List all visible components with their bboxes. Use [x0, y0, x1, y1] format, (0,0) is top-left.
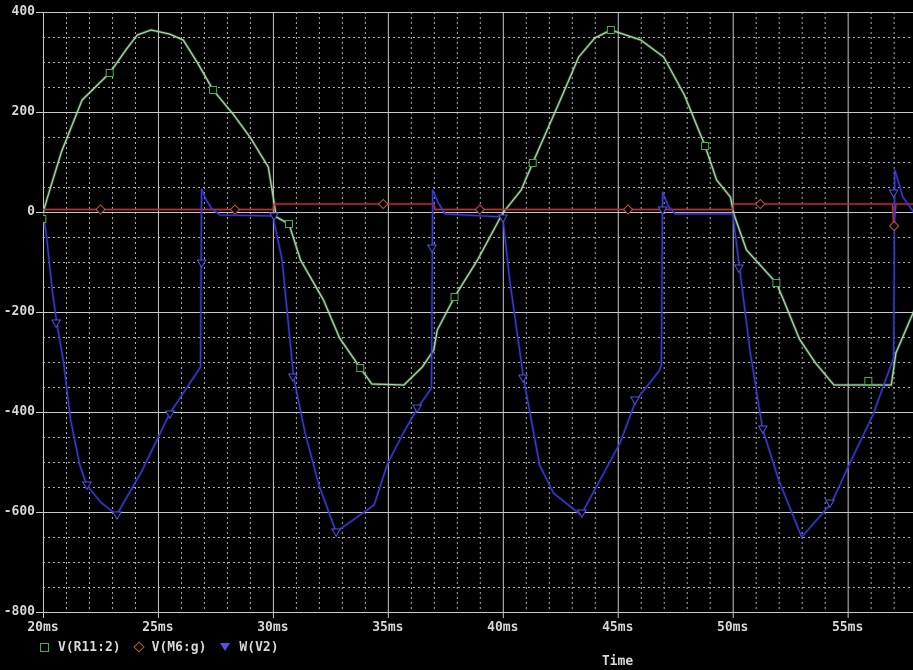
trace-w-v2-	[43, 169, 913, 538]
y-axis-tick-label: -200	[3, 304, 35, 319]
triangle-down-marker-icon	[287, 373, 298, 383]
square-marker-icon	[701, 142, 710, 150]
legend-label: V(R11:2)	[58, 639, 121, 655]
plot-canvas	[36, 12, 913, 618]
square-marker-icon	[43, 215, 47, 223]
y-axis-tick-label: 0	[27, 204, 35, 219]
diamond-marker-icon	[378, 198, 389, 210]
y-axis-tick-label: -800	[3, 604, 35, 619]
y-axis-tick-label: -400	[3, 404, 35, 419]
legend-item-w-v2: W(V2)	[220, 639, 279, 655]
x-axis-tick-label: 30ms	[257, 620, 289, 635]
diamond-marker-icon	[755, 198, 766, 210]
y-axis-tick-label: 400	[11, 4, 35, 19]
x-axis-tick-label: 35ms	[372, 620, 404, 635]
triangle-down-marker-icon	[629, 396, 641, 406]
square-marker-icon	[356, 364, 365, 372]
square-marker-icon	[40, 642, 49, 652]
legend-label: W(V2)	[239, 639, 279, 655]
trace-markers	[43, 26, 900, 538]
major-gridlines	[43, 12, 913, 613]
probe-plot-window: 400 200 0 -200 -400 -600 -800 20ms 25ms 30ms 35ms…	[0, 0, 913, 670]
x-axis-tick-label: 40ms	[487, 620, 519, 635]
axis-ticks	[36, 12, 849, 618]
triangle-down-marker-icon	[331, 528, 342, 538]
triangle-down-marker-icon	[220, 643, 231, 651]
legend-item-v-m6-g: V(M6:g)	[132, 639, 207, 655]
triangle-down-marker-icon	[111, 511, 123, 521]
square-marker-icon	[105, 69, 114, 77]
triangle-down-marker-icon	[733, 264, 744, 274]
square-marker-icon	[606, 26, 615, 34]
x-axis-tick-label: 25ms	[142, 620, 174, 635]
diamond-marker-icon	[132, 641, 145, 653]
legend-label: V(M6:g)	[151, 639, 207, 655]
x-axis-tick-label: 45ms	[602, 620, 634, 635]
square-marker-icon	[528, 159, 537, 167]
triangle-down-marker-icon	[51, 319, 62, 329]
square-marker-icon	[284, 220, 293, 228]
x-axis-tick-label: 55ms	[831, 620, 864, 635]
y-axis-tick-label: -600	[3, 504, 35, 519]
square-marker-icon	[864, 377, 873, 385]
legend-item-v-r11-2: V(R11:2)	[40, 640, 121, 655]
triangle-down-marker-icon	[888, 189, 899, 199]
diamond-marker-icon	[888, 220, 900, 232]
x-axis-tick-label: 20ms	[27, 620, 59, 635]
traces	[43, 28, 913, 540]
square-marker-icon	[209, 86, 218, 94]
x-axis-tick-label: 50ms	[717, 620, 749, 635]
trace-glow	[43, 169, 913, 540]
square-marker-icon	[450, 293, 459, 301]
triangle-down-marker-icon	[757, 425, 768, 435]
legend: V(R11:2) V(M6:g) W(V2)	[40, 639, 293, 655]
triangle-down-marker-icon	[426, 244, 438, 254]
x-axis-title: Time	[601, 654, 634, 669]
triangle-down-marker-icon	[411, 404, 423, 414]
y-axis-tick-label: 200	[11, 104, 35, 119]
square-marker-icon	[772, 279, 781, 287]
